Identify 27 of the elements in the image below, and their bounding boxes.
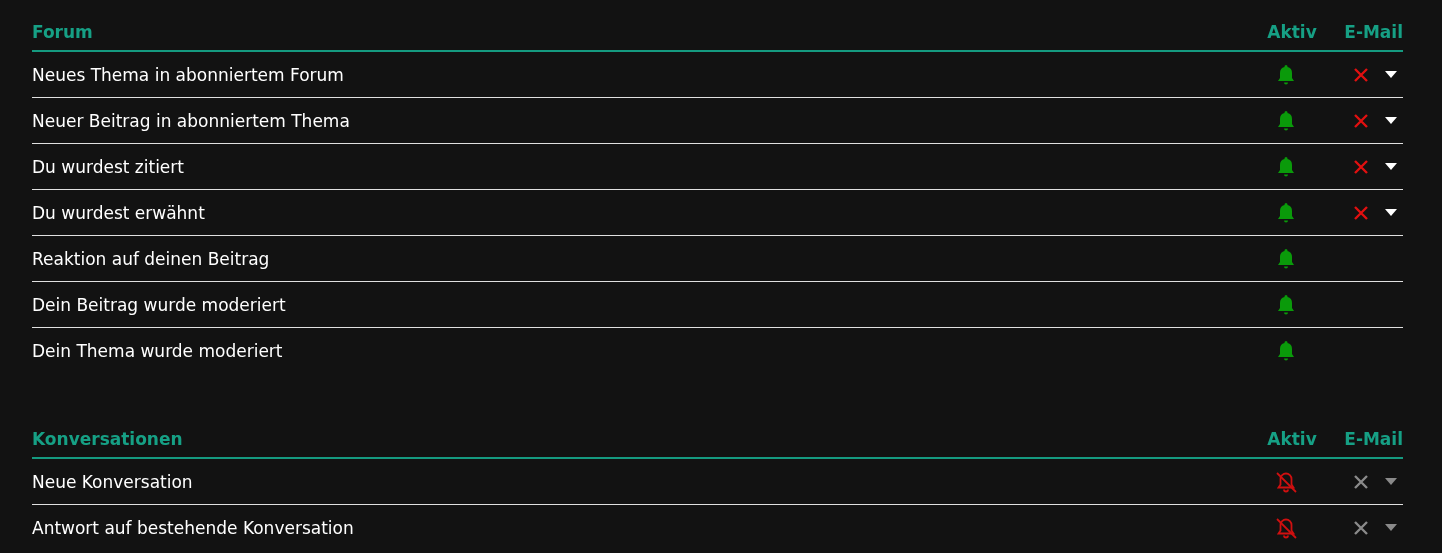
- column-header: E-Mail: [1343, 22, 1403, 42]
- notification-label: Neues Thema in abonniertem Forum: [32, 64, 345, 85]
- notification-label: Dein Beitrag wurde moderiert: [32, 294, 287, 315]
- close-icon[interactable]: [1353, 158, 1369, 175]
- close-icon[interactable]: [1353, 112, 1369, 129]
- notification-label: Neuer Beitrag in abonniertem Thema: [32, 110, 351, 131]
- bell-slash-icon[interactable]: [1274, 469, 1298, 494]
- caret-icon[interactable]: [1385, 116, 1397, 125]
- column-header: E-Mail: [1343, 429, 1403, 449]
- close-icon[interactable]: [1353, 473, 1369, 490]
- notification-label: Dein Thema wurde moderiert: [32, 340, 284, 361]
- close-icon[interactable]: [1353, 66, 1369, 83]
- notification-label: Antwort auf bestehende Konversation: [32, 517, 355, 538]
- notification-label: Neue Konversation: [32, 471, 194, 492]
- bell-slash-icon[interactable]: [1274, 515, 1298, 540]
- column-header: Aktiv: [1266, 429, 1318, 449]
- close-icon[interactable]: [1353, 204, 1369, 221]
- notification-label: Du wurdest zitiert: [32, 156, 185, 177]
- caret-icon[interactable]: [1385, 162, 1397, 171]
- section-title: Forum: [32, 22, 94, 42]
- caret-icon[interactable]: [1385, 208, 1397, 217]
- column-header: Aktiv: [1266, 22, 1318, 42]
- caret-icon[interactable]: [1385, 70, 1397, 79]
- section-title: Konversationen: [32, 429, 184, 449]
- close-icon[interactable]: [1353, 519, 1369, 536]
- notification-label: Du wurdest erwähnt: [32, 202, 206, 223]
- notification-label: Reaktion auf deinen Beitrag: [32, 248, 271, 269]
